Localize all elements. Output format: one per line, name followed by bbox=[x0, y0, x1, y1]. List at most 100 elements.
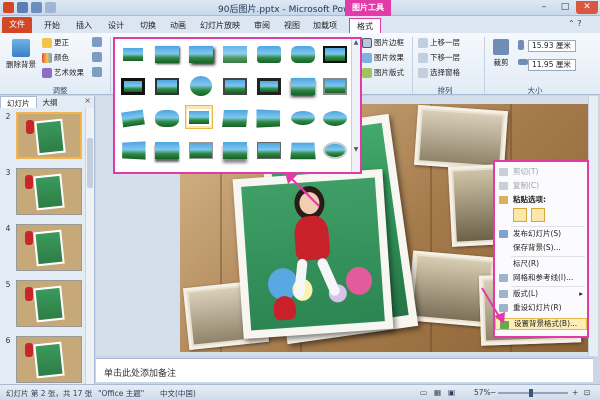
paste-option-picture-icon[interactable] bbox=[531, 208, 545, 222]
slide-thumbnail[interactable]: 3 bbox=[3, 168, 83, 216]
menu-item-copy[interactable]: 复制(C) bbox=[495, 180, 587, 192]
send-backward-icon bbox=[418, 52, 428, 63]
paste-option-keep-format-icon[interactable] bbox=[513, 208, 527, 222]
selection-pane-button[interactable]: 选择窗格 bbox=[418, 67, 460, 78]
reset-picture-icon[interactable] bbox=[92, 67, 102, 77]
menu-item-grid-guides[interactable]: 网格和参考线(I)... bbox=[495, 272, 587, 284]
picture-style-7[interactable] bbox=[321, 42, 349, 66]
menu-item-reset-slide[interactable]: 重设幻灯片(R) bbox=[495, 302, 587, 314]
close-panel-icon[interactable]: × bbox=[84, 96, 91, 105]
picture-style-15[interactable] bbox=[119, 106, 147, 130]
picture-border-button[interactable]: 图片边框 bbox=[362, 37, 404, 48]
maximize-button[interactable]: □ bbox=[555, 1, 575, 14]
change-picture-icon[interactable] bbox=[92, 52, 102, 62]
picture-layout-button[interactable]: 图片版式 bbox=[362, 67, 404, 78]
picture-style-1[interactable] bbox=[119, 42, 147, 66]
picture-style-4[interactable] bbox=[221, 42, 249, 66]
picture-style-28[interactable] bbox=[321, 138, 349, 162]
picture-style-26[interactable] bbox=[255, 138, 283, 162]
language-indicator[interactable]: 中文(中国) bbox=[160, 388, 196, 399]
menu-item-ruler[interactable]: 标尺(R) bbox=[495, 258, 587, 270]
tab-slideshow[interactable]: 幻灯片放映 bbox=[196, 18, 244, 33]
picture-style-14[interactable] bbox=[321, 74, 349, 98]
bring-forward-button[interactable]: 上移一层 bbox=[418, 37, 460, 48]
width-field[interactable]: 11.95 厘米 bbox=[528, 59, 576, 71]
arrange-group-label: 排列 bbox=[437, 86, 453, 95]
zoom-in-icon[interactable]: + bbox=[572, 388, 578, 397]
reading-view-icon[interactable]: ▣ bbox=[448, 388, 455, 397]
tab-home[interactable]: 开始 bbox=[40, 18, 64, 33]
tab-review[interactable]: 审阅 bbox=[250, 18, 274, 33]
picture-style-5[interactable] bbox=[255, 42, 283, 66]
notes-pane[interactable]: 单击此处添加备注 bbox=[96, 358, 593, 382]
tab-insert[interactable]: 插入 bbox=[72, 18, 96, 33]
adjust-group-label: 调整 bbox=[52, 86, 68, 95]
picture-style-19[interactable] bbox=[255, 106, 283, 130]
tab-slides[interactable]: 幻灯片 bbox=[0, 96, 37, 108]
remove-background-button[interactable]: 删除背景 bbox=[4, 39, 38, 70]
minimize-button[interactable]: – bbox=[534, 1, 554, 14]
picture-style-6[interactable] bbox=[289, 42, 317, 66]
picture-style-27[interactable] bbox=[289, 138, 317, 162]
slides-panel: 幻灯片 大纲 × 2 3 4 5 6 bbox=[0, 96, 95, 384]
picture-style-18[interactable] bbox=[221, 106, 249, 130]
picture-style-10[interactable] bbox=[187, 74, 215, 98]
picture-style-16[interactable] bbox=[153, 106, 181, 130]
fit-window-icon[interactable]: ⊡ bbox=[584, 388, 590, 397]
height-field[interactable]: 15.93 厘米 bbox=[528, 40, 576, 52]
picture-style-11[interactable] bbox=[221, 74, 249, 98]
tab-addins[interactable]: 加载项 bbox=[310, 18, 340, 33]
menu-item-cut[interactable]: 剪切(T) bbox=[495, 166, 587, 178]
artistic-effects-button[interactable]: 艺术效果 bbox=[42, 67, 84, 78]
zoom-out-icon[interactable]: − bbox=[490, 388, 496, 397]
tab-view[interactable]: 视图 bbox=[280, 18, 304, 33]
picture-style-13[interactable] bbox=[289, 74, 317, 98]
slide-thumbnail[interactable]: 4 bbox=[3, 224, 83, 272]
menu-item-format-background[interactable]: 设置背景格式(B)... bbox=[495, 318, 587, 330]
picture-style-24[interactable] bbox=[187, 138, 215, 162]
picture-style-20[interactable] bbox=[289, 106, 317, 130]
menu-item-publish-slides[interactable]: 发布幻灯片(S) bbox=[495, 228, 587, 240]
scroll-down-icon[interactable]: ▼ bbox=[352, 146, 360, 153]
tab-transitions[interactable]: 切换 bbox=[136, 18, 160, 33]
slide-sorter-icon[interactable]: ▦ bbox=[434, 388, 441, 397]
normal-view-icon[interactable]: ▭ bbox=[420, 388, 427, 397]
slide-number: 6 bbox=[5, 336, 11, 345]
picture-style-9[interactable] bbox=[153, 74, 181, 98]
color-button[interactable]: 颜色 bbox=[42, 52, 69, 63]
menu-item-save-background[interactable]: 保存背景(S)... bbox=[495, 242, 587, 254]
tab-format[interactable]: 格式 bbox=[349, 18, 381, 33]
slide-thumbnail[interactable]: 5 bbox=[3, 280, 83, 328]
picture-style-17-selected[interactable] bbox=[185, 105, 213, 129]
picture-style-3[interactable] bbox=[187, 42, 215, 66]
corrections-button[interactable]: 更正 bbox=[42, 37, 69, 48]
send-backward-button[interactable]: 下移一层 bbox=[418, 52, 460, 63]
help-icon[interactable]: ⌃ ? bbox=[568, 19, 582, 28]
zoom-level[interactable]: 57% bbox=[474, 388, 491, 397]
picture-style-2[interactable] bbox=[153, 42, 181, 66]
zoom-slider-handle[interactable] bbox=[529, 389, 533, 397]
menu-item-layout[interactable]: 版式(L) ▸ bbox=[495, 288, 587, 300]
picture-style-23[interactable] bbox=[153, 138, 181, 162]
tab-design[interactable]: 设计 bbox=[104, 18, 128, 33]
picture-style-22[interactable] bbox=[119, 138, 147, 162]
zoom-slider[interactable] bbox=[498, 392, 568, 394]
slide-thumbnail[interactable]: 2 bbox=[3, 112, 83, 160]
gallery-scrollbar[interactable]: ▲ ▼ bbox=[351, 39, 360, 172]
picture-style-12[interactable] bbox=[255, 74, 283, 98]
scroll-up-icon[interactable]: ▲ bbox=[352, 39, 360, 46]
tab-outline[interactable]: 大纲 bbox=[37, 96, 64, 108]
picture-style-25[interactable] bbox=[221, 138, 249, 162]
slide-thumbnail[interactable]: 6 bbox=[3, 336, 83, 384]
crop-button[interactable]: 裁剪 bbox=[490, 39, 512, 68]
picture-effects-button[interactable]: 图片效果 bbox=[362, 52, 404, 63]
picture-style-21[interactable] bbox=[321, 106, 349, 130]
close-button[interactable]: ✕ bbox=[576, 1, 598, 14]
picture-style-8[interactable] bbox=[119, 74, 147, 98]
compress-icon[interactable] bbox=[92, 37, 102, 47]
slides-scrollbar[interactable] bbox=[85, 108, 94, 384]
slide-scrollbar[interactable] bbox=[588, 96, 598, 356]
tab-file[interactable]: 文件 bbox=[2, 17, 32, 33]
theme-name[interactable]: "Office 主题" bbox=[98, 388, 144, 399]
tab-animations[interactable]: 动画 bbox=[166, 18, 190, 33]
